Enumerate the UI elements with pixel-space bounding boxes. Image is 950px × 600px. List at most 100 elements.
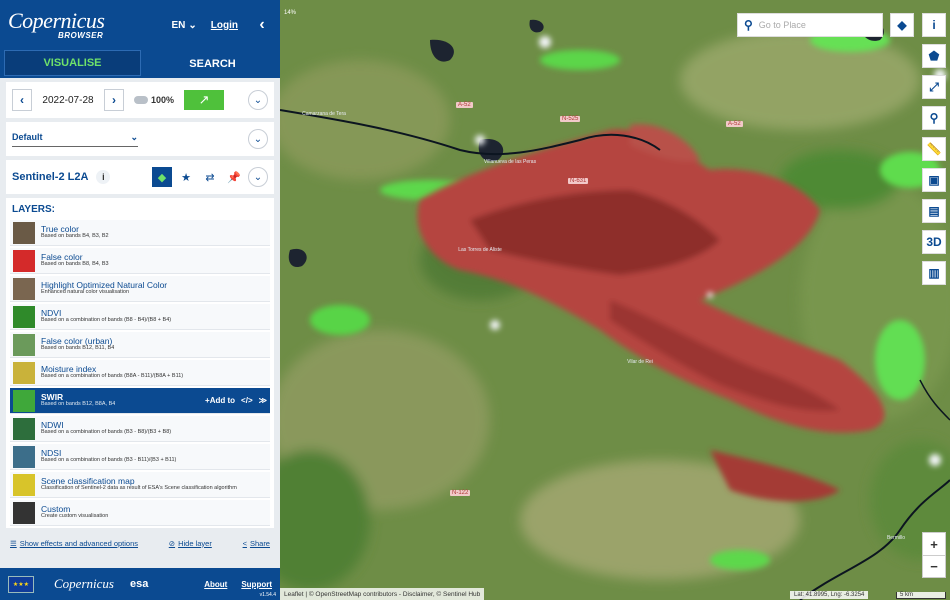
date-panel: ‹ 2022-07-28 › 100% ↗ ⌄ <box>6 82 274 118</box>
cursor-coordinates: Lat: 41.8995, Lng: -6.3254 <box>790 591 869 599</box>
dataset-actions: ◆ ★ ⇄ 📌 ⌄ <box>152 167 268 187</box>
esa-logo[interactable]: esa <box>130 578 148 590</box>
layer-text: False color (urban) Based on bands B12, B… <box>41 337 114 352</box>
app: Copernicus BROWSER EN ⌄ Login ‹ VISUALIS… <box>0 0 950 600</box>
image-download-icon[interactable]: ▣ <box>922 168 946 192</box>
hide-layer-link[interactable]: ⊘ Hide layer <box>169 539 212 548</box>
chevron-down-icon: ⌄ <box>130 131 138 142</box>
layer-text: NDVI Based on a combination of bands (B8 … <box>41 309 171 324</box>
expand-date-options-button[interactable]: ⌄ <box>248 90 268 110</box>
layer-text: NDWI Based on a combination of bands (B3 … <box>41 421 171 436</box>
road-label: N-525 <box>560 116 581 122</box>
layer-item[interactable]: Highlight Optimized Natural Color Enhance… <box>10 276 270 302</box>
footer: ★★★ Copernicus esa About Support v1.54.4 <box>0 568 280 600</box>
compare-icon[interactable]: ⇄ <box>200 167 220 187</box>
theme-dropdown[interactable]: Default ⌄ <box>12 132 138 147</box>
theme-panel: Default ⌄ ⌄ <box>6 122 274 156</box>
layer-item[interactable]: True color Based on bands B4, B3, B2 <box>10 220 270 246</box>
login-link[interactable]: Login <box>211 20 238 31</box>
layers-toggle-icon[interactable]: ◆ <box>890 13 914 37</box>
layer-thumbnail <box>13 249 35 272</box>
layer-text: Highlight Optimized Natural Color Enhance… <box>41 281 167 296</box>
layers-icon[interactable]: ◆ <box>152 167 172 187</box>
search-icon: ⚲ <box>744 18 753 32</box>
go-to-date-button[interactable]: ↗ <box>184 90 225 110</box>
layer-description: Based on bands B12, B11, B4 <box>41 345 115 352</box>
zoom-in-button[interactable]: + <box>923 533 945 555</box>
expand-theme-button[interactable]: ⌄ <box>248 129 268 149</box>
sidebar: Copernicus BROWSER EN ⌄ Login ‹ VISUALIS… <box>0 0 280 600</box>
pin-icon[interactable]: 📌 <box>224 167 244 187</box>
collapse-sidebar-icon[interactable]: ‹ <box>252 15 272 35</box>
layers-panel: LAYERS: True color Based on bands B4, B3,… <box>6 198 274 528</box>
location-pin-icon[interactable]: ⚲ <box>922 106 946 130</box>
map-attribution[interactable]: Leaflet | © OpenStreetMap contributors -… <box>280 588 485 600</box>
layer-item[interactable]: Moisture index Based on a combination of … <box>10 360 270 386</box>
favorite-star-icon[interactable]: ★ <box>176 167 196 187</box>
layer-item[interactable]: Custom Create custom visualisation <box>10 500 270 526</box>
layer-text: SWIR Based on bands B12, B8A, B4 <box>41 393 115 408</box>
advanced-options-link[interactable]: ☰ Show effects and advanced options <box>10 539 138 548</box>
layer-thumbnail <box>13 333 35 356</box>
layer-actions: +Add to </> ≫ <box>205 396 267 405</box>
eye-off-icon: ⊘ <box>168 538 176 548</box>
town-label: Villanueva de las Peras <box>483 159 537 165</box>
next-date-button[interactable]: › <box>104 89 124 111</box>
date-input[interactable]: 2022-07-28 <box>32 95 104 106</box>
tab-visualise[interactable]: VISUALISE <box>4 50 141 76</box>
aoi-icon[interactable]: ⬟ <box>922 44 946 68</box>
share-link[interactable]: < Share <box>243 539 270 548</box>
tab-search[interactable]: SEARCH <box>145 50 280 78</box>
expand-layer-icon[interactable]: ≫ <box>259 396 267 405</box>
measure-line-icon[interactable]: ⤢ <box>922 75 946 99</box>
town-label: Las Torres de Aliste <box>458 247 502 253</box>
dataset-info-icon[interactable]: i <box>96 170 111 184</box>
place-search-input[interactable]: ⚲ Go to Place <box>737 13 883 37</box>
version-label: v1.54.4 <box>259 592 276 598</box>
layer-description: Based on bands B8, B4, B3 <box>41 261 109 268</box>
info-icon[interactable]: i <box>922 13 946 37</box>
layer-description: Based on a combination of bands (B8A - B… <box>41 373 184 380</box>
timelapse-icon[interactable]: ▤ <box>922 199 946 223</box>
code-icon[interactable]: </> <box>241 396 253 405</box>
about-link[interactable]: About <box>204 580 227 589</box>
map-view[interactable]: 14% A-52 N-525 A-52 N-631 N-122 Camarzan… <box>280 0 950 600</box>
road-label: A-52 <box>456 102 473 108</box>
support-link[interactable]: Support <box>241 580 272 589</box>
layer-item[interactable]: Scene classification map Classification o… <box>10 472 270 498</box>
ruler-icon[interactable]: 📏 <box>922 137 946 161</box>
layer-thumbnail <box>13 501 35 524</box>
cloud-coverage[interactable]: 100% <box>134 95 174 105</box>
layer-thumbnail <box>13 417 35 440</box>
layer-item[interactable]: SWIR Based on bands B12, B8A, B4 +Add to </… <box>10 388 270 414</box>
zoom-control: + − <box>922 532 946 578</box>
zoom-out-button[interactable]: − <box>923 555 945 577</box>
layer-text: False color Based on bands B8, B4, B3 <box>41 253 109 268</box>
copernicus-logo[interactable]: Copernicus BROWSER <box>8 8 105 40</box>
language-selector[interactable]: EN ⌄ <box>171 20 196 31</box>
3d-view-icon[interactable]: 3D <box>922 230 946 254</box>
layer-item[interactable]: NDWI Based on a combination of bands (B3 … <box>10 416 270 442</box>
add-to-button[interactable]: +Add to <box>205 396 235 405</box>
layer-thumbnail <box>13 277 35 300</box>
logo-text: Copernicus <box>8 8 105 33</box>
layer-thumbnail <box>13 305 35 328</box>
histogram-icon[interactable]: ▥ <box>922 261 946 285</box>
layer-item[interactable]: NDSI Based on a combination of bands (B3 … <box>10 444 270 470</box>
layer-thumbnail <box>13 389 35 412</box>
header-actions: EN ⌄ Login ‹ <box>171 15 272 35</box>
layer-text: Scene classification map Classification o… <box>41 477 237 492</box>
search-placeholder: Go to Place <box>758 20 806 30</box>
scale-bar: 5 km <box>896 592 946 599</box>
layer-description: Based on a combination of bands (B3 - B8… <box>41 429 172 436</box>
share-label: Share <box>249 538 270 548</box>
dataset-panel: Sentinel-2 L2A i ◆ ★ ⇄ 📌 ⌄ <box>6 160 274 194</box>
eu-flag-logo[interactable]: ★★★ <box>8 575 34 593</box>
layer-description: Based on a combination of bands (B3 - B1… <box>41 457 177 464</box>
layer-item[interactable]: False color Based on bands B8, B4, B3 <box>10 248 270 274</box>
expand-dataset-button[interactable]: ⌄ <box>248 167 268 187</box>
previous-date-button[interactable]: ‹ <box>12 89 32 111</box>
layer-item[interactable]: False color (urban) Based on bands B12, B… <box>10 332 270 358</box>
copernicus-footer-logo[interactable]: Copernicus <box>54 576 114 592</box>
layer-item[interactable]: NDVI Based on a combination of bands (B8 … <box>10 304 270 330</box>
